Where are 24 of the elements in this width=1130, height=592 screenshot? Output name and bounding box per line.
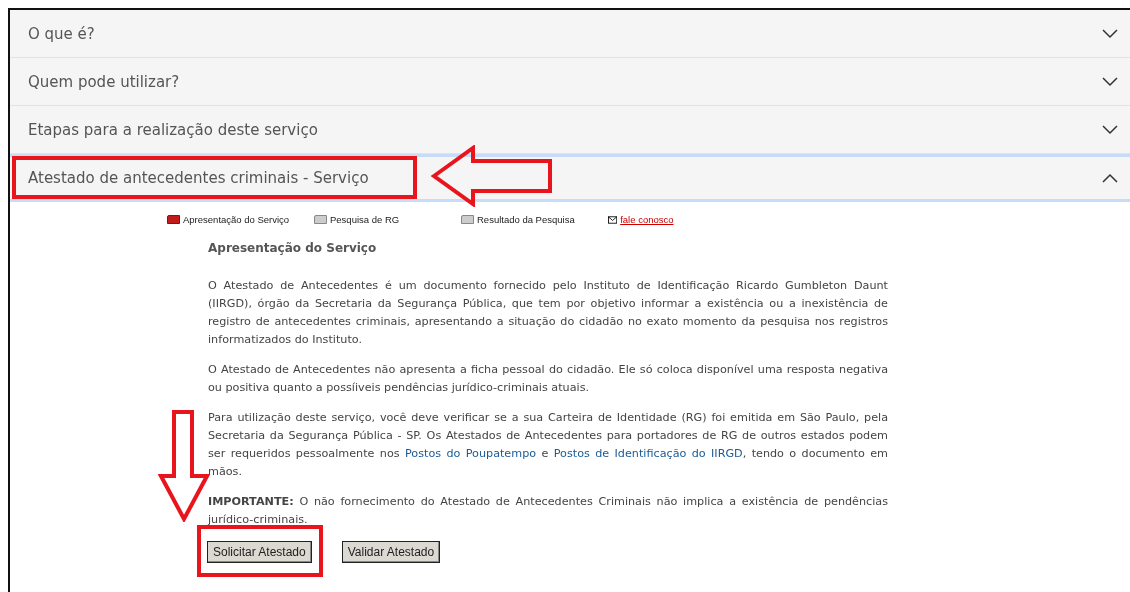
step-label[interactable]: Resultado da Pesquisa: [477, 214, 575, 225]
accordion-header[interactable]: O que é?: [10, 10, 1130, 58]
chevron-icon: [1102, 173, 1118, 183]
chevron-icon: [1102, 28, 1118, 39]
arrow-icon: [430, 145, 554, 207]
paragraph: IMPORTANTE: O não fornecimento do Atestado de Antecedentes Criminais não implica a existência de pendências jurídico-criminais.: [208, 494, 888, 528]
paragraph: O Atestado de Antecedentes não apresenta a ficha pessoal do cidadão. Ele só coloca disponível uma resposta negativa ou positiva quanto a possíiveis pendências jurídico-criminais atuais.: [208, 362, 888, 396]
chevron-icon: [1102, 124, 1118, 135]
accordion-header[interactable]: Atestado de antecedentes criminais - Serviço: [10, 154, 1130, 202]
contact-link[interactable]: fale conosco: [620, 214, 755, 225]
chevron-icon: [1102, 76, 1118, 87]
accordion-header[interactable]: Quem pode utilizar?: [10, 58, 1130, 106]
step-label[interactable]: Pesquisa de RG: [330, 214, 400, 225]
text-link[interactable]: Postos de Identificação do IIRGD: [553, 447, 743, 460]
section-heading: Apresentação do Serviço: [208, 240, 378, 257]
envelope-icon: [608, 215, 618, 224]
validate-button[interactable]: Validar Atestado: [341, 541, 441, 563]
paragraph: O Atestado de Antecedentes é um documento fornecido pelo Instituto de Identificação Ricardo Gumbleton Daunt (IIRGD), órgão da Secretaria da Segurança Pública, que tem por objetivo informar a existência ou a inexistência de registro de antecedentes criminais, apresentando a situação do cidadão no exato momento da pesquisa nos registros informatizados do Instituto.: [208, 278, 888, 348]
text-link[interactable]: Postos do Poupatempo: [404, 447, 537, 460]
request-button[interactable]: Solicitar Atestado: [207, 541, 312, 563]
accordion-header[interactable]: Etapas para a realização deste serviço: [10, 106, 1130, 154]
paragraph: Para utilização deste serviço, você deve verificar se a sua Carteira de Identidade (RG) foi emitida em São Paulo, pela Secretaria da Segurança Pública - SP. Os Atestados de Antecedentes para portadores de RG de outros estados podem ser requeridos pessoalmente nos Postos do Poupatempo e Postos de Identificação do IIRGD, tendo o documento em mãos.: [208, 410, 888, 480]
step-label[interactable]: Apresentação do Serviço: [183, 214, 290, 225]
arrow-icon: [158, 410, 210, 522]
